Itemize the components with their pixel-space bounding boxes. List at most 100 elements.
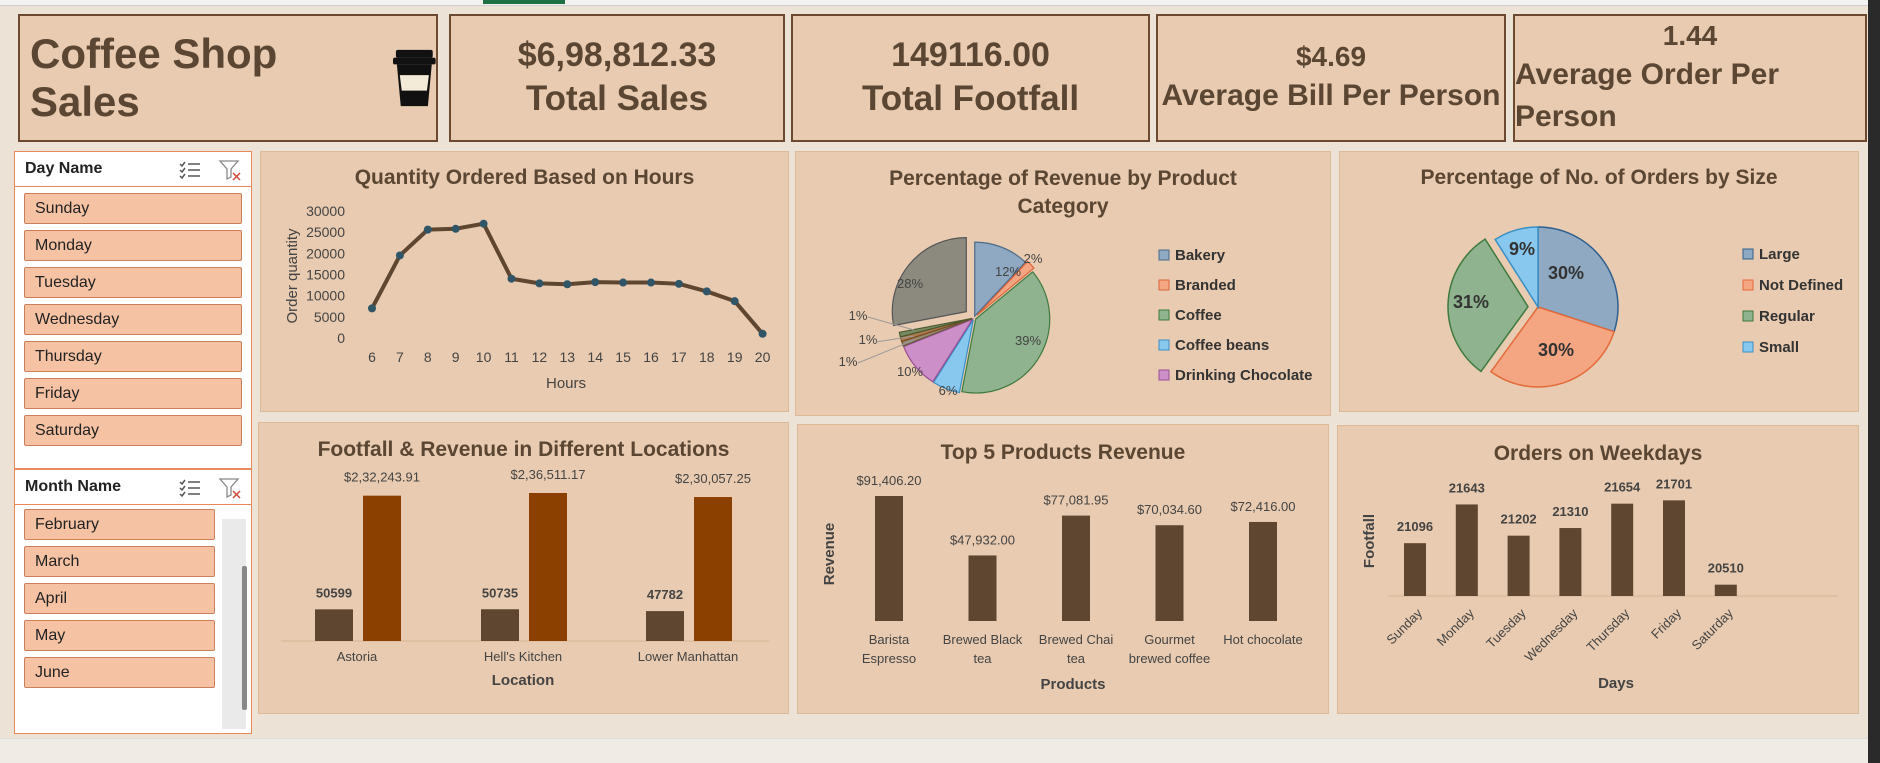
multi-select-icon[interactable] [178, 476, 202, 500]
value-label: $47,932.00 [950, 532, 1015, 547]
slicer-item-april[interactable]: April [24, 583, 215, 614]
slicer-header-divider [15, 504, 251, 505]
slicer-header: Month Name [25, 478, 121, 495]
value-label: 21310 [1552, 504, 1588, 519]
data-point [647, 278, 655, 287]
data-label: 1% [849, 308, 868, 323]
y-tick-label: 25000 [306, 224, 345, 240]
revenue-label: $2,36,511.17 [511, 467, 586, 482]
kpi-average-bill: $4.69 Average Bill Per Person [1156, 14, 1506, 142]
y-axis-label: Footfall [1361, 514, 1378, 568]
product-bar [1249, 521, 1277, 621]
pie-chart-svg: 30% 30% 31% 9% Large Not Defined Regular Small [1447, 226, 1843, 388]
revenue-label: $2,30,057.25 [675, 471, 751, 486]
bar-chart-svg: 21096 Sunday 21643 Monday 21202 Tuesday 21310 W… [1361, 476, 1838, 692]
x-tick-label: Hot chocolate [1223, 632, 1303, 647]
kpi-value: $6,98,812.33 [517, 36, 717, 74]
data-point [563, 280, 572, 289]
kpi-label: Total Sales [525, 79, 709, 118]
data-point [479, 219, 488, 228]
data-label: 1% [839, 354, 858, 369]
legend-swatch [1158, 339, 1170, 351]
pie-chart-svg: 12%2%39%6%10%1%1%1%28%BakeryBrandedCoffe… [839, 237, 1313, 398]
value-label: $91,406.20 [856, 473, 921, 488]
slicer-item-sunday[interactable]: Sunday [24, 193, 242, 224]
multi-select-icon[interactable] [178, 158, 202, 182]
orders-on-weekdays-chart: Orders on Weekdays 21096 Sunday 21643 Monda… [1337, 425, 1859, 714]
y-tick-label: 0 [337, 330, 345, 346]
legend-label: Coffee beans [1175, 337, 1269, 354]
x-tick-label: 12 [532, 349, 548, 365]
slicer-item-thursday[interactable]: Thursday [24, 341, 242, 372]
x-tick-label: Lower Manhattan [638, 649, 738, 664]
data-point [507, 274, 516, 283]
legend-label: Small [1759, 339, 1799, 356]
weekday-bar [1611, 503, 1634, 596]
slicer-item-may[interactable]: May [24, 620, 215, 651]
x-tick-label: 8 [424, 349, 432, 365]
slicer-item-march[interactable]: March [24, 546, 215, 577]
orders-by-size-chart: Percentage of No. of Orders by Size 30% 3… [1339, 151, 1859, 412]
footfall-bar [315, 609, 353, 641]
legend-swatch [1158, 369, 1170, 381]
x-tick-label: 18 [699, 349, 715, 365]
data-point [702, 287, 711, 296]
bar-chart-svg: 50599 $2,32,243.91 Astoria 50735 $2,36,511.1… [281, 467, 769, 689]
month-name-slicer[interactable]: Month Name February March April May June [14, 469, 252, 734]
slicer-header: Day Name [25, 160, 103, 177]
x-axis-label: Days [1598, 675, 1634, 692]
weekday-bar [1507, 535, 1530, 596]
slicer-item-monday[interactable]: Monday [24, 230, 242, 261]
kpi-total-sales: $6,98,812.33 Total Sales [449, 14, 785, 142]
quantity-by-hour-chart: Quantity Ordered Based on Hours 0 5000 100… [260, 151, 789, 412]
revenue-bar [529, 493, 567, 641]
revenue-by-category-chart: Percentage of Revenue by Product Categor… [795, 151, 1331, 416]
clear-filter-icon[interactable] [218, 158, 242, 182]
slicer-item-june[interactable]: June [24, 657, 215, 688]
value-label: 21701 [1656, 476, 1692, 491]
x-axis-label: Products [1040, 676, 1105, 693]
x-tick-label: 20 [755, 349, 771, 365]
legend-swatch [1158, 309, 1170, 321]
day-name-slicer[interactable]: Day Name Sunday Monday Tuesday Wednesday… [14, 151, 252, 469]
y-axis-label: Revenue [821, 523, 838, 586]
legend-label: Drinking Chocolate [1175, 367, 1313, 384]
x-tick-label: Friday [1648, 605, 1684, 641]
x-tick-label: Saturday [1689, 605, 1737, 653]
slicer-item-wednesday[interactable]: Wednesday [24, 304, 242, 335]
column-header-strip [0, 0, 1880, 6]
value-label: $72,416.00 [1230, 499, 1295, 514]
legend-swatch [1742, 279, 1754, 291]
product-bar [968, 555, 997, 621]
data-label: 9% [1509, 239, 1535, 259]
slicer-scrollbar-thumb[interactable] [242, 566, 247, 710]
value-label: 21202 [1501, 512, 1537, 527]
dashboard-title: Coffee Shop Sales [30, 30, 278, 125]
window-edge [1868, 0, 1880, 763]
x-tick-label: 11 [504, 349, 519, 365]
slicer-item-february[interactable]: February [24, 509, 215, 540]
x-tick-label: tea [973, 651, 992, 666]
kpi-value: 1.44 [1662, 20, 1718, 51]
x-tick-label: Sunday [1383, 605, 1425, 647]
slicer-item-tuesday[interactable]: Tuesday [24, 267, 242, 298]
x-tick-label: Thursday [1583, 605, 1632, 654]
data-point [395, 251, 404, 260]
data-point [619, 278, 628, 287]
legend-swatch [1742, 310, 1754, 322]
y-tick-label: 5000 [314, 309, 345, 325]
footfall-bar [646, 611, 684, 641]
data-point [368, 304, 376, 313]
sheet-bottom-area [0, 738, 1868, 763]
slicer-item-saturday[interactable]: Saturday [24, 415, 242, 446]
top-products-revenue-chart: Top 5 Products Revenue $91,406.20 Barista… [797, 424, 1329, 714]
legend-swatch [1158, 279, 1170, 291]
x-tick-label: 10 [476, 349, 492, 365]
clear-filter-icon[interactable] [218, 476, 242, 500]
slicer-item-friday[interactable]: Friday [24, 378, 242, 409]
x-tick-label: 13 [560, 349, 576, 365]
x-tick-label: 15 [615, 349, 631, 365]
legend-swatch [1742, 341, 1754, 353]
x-tick-label: Hell's Kitchen [484, 649, 562, 664]
x-tick-label: brewed coffee [1129, 651, 1210, 666]
